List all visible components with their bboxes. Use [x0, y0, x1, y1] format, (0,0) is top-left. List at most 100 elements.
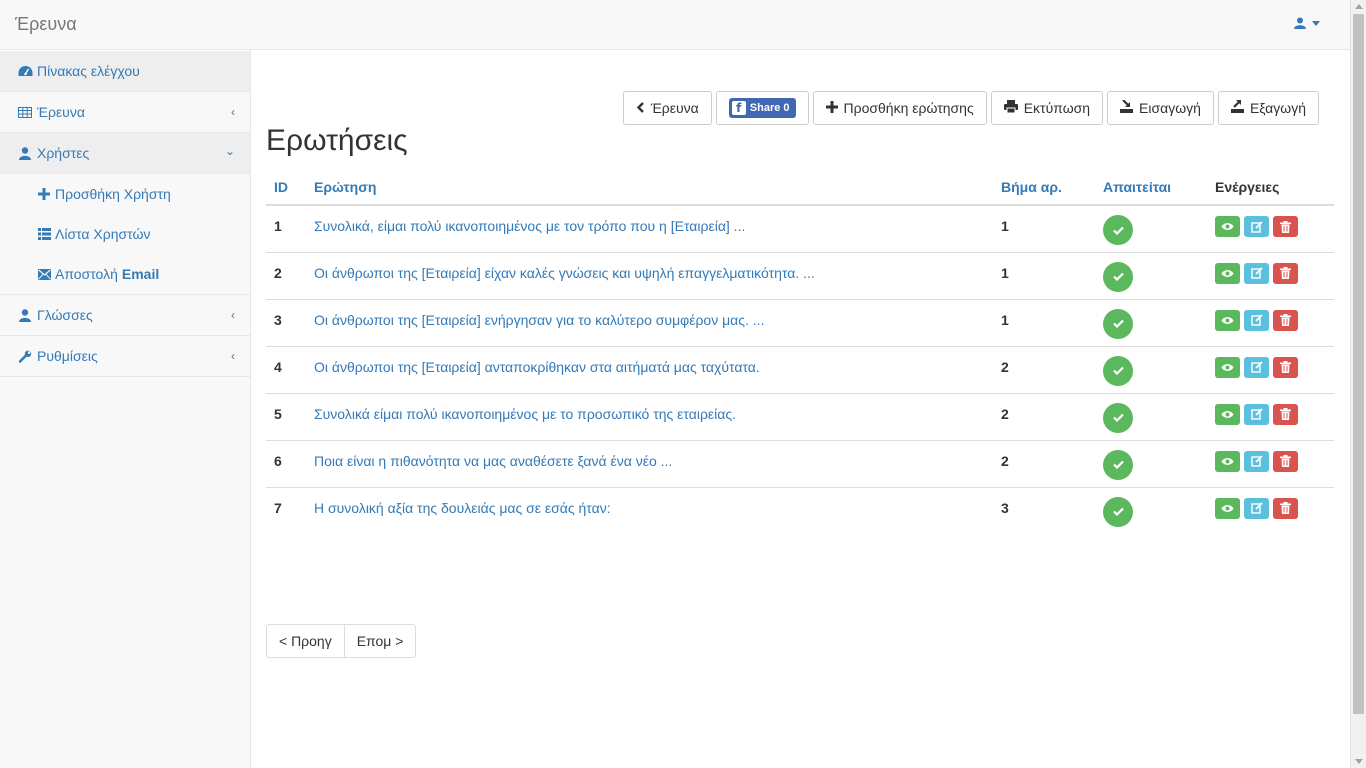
delete-button[interactable] [1273, 262, 1298, 284]
check-icon [1103, 402, 1133, 433]
sidebar-item-send-email[interactable]: Αποστολή Email [0, 254, 250, 294]
vertical-scrollbar[interactable] [1350, 0, 1366, 768]
view-button[interactable] [1215, 497, 1240, 519]
column-header-question[interactable]: Ερώτηση [306, 170, 993, 206]
sidebar-item-add-user[interactable]: Προσθήκη Χρήστη [0, 174, 250, 214]
export-icon [1230, 100, 1244, 116]
eye-icon [1221, 269, 1234, 277]
question-step: 1 [993, 204, 1095, 252]
edit-button[interactable] [1244, 497, 1269, 519]
users-submenu: Προσθήκη Χρήστη Λίστα Χρηστών Αποστολή E… [0, 174, 250, 295]
back-button-label: Έρευνα [650, 100, 699, 116]
user-icon [17, 146, 33, 160]
eye-icon [1221, 410, 1234, 418]
view-button[interactable] [1215, 356, 1240, 378]
edit-button[interactable] [1244, 450, 1269, 472]
sidebar-item-dashboard[interactable]: Πίνακας ελέγχου [0, 51, 250, 92]
question-id: 4 [266, 345, 306, 393]
print-label: Εκτύπωση [1023, 100, 1091, 116]
column-header-required[interactable]: Απαιτείται [1095, 170, 1207, 206]
question-link[interactable]: Συνολικά είμαι πολύ ικανοποιημένος με το… [306, 392, 993, 440]
edit-button[interactable] [1244, 403, 1269, 425]
sidebar-item-label: Γλώσσες [37, 307, 93, 323]
trash-icon [1280, 408, 1291, 420]
view-button[interactable] [1215, 403, 1240, 425]
required-cell [1095, 204, 1207, 252]
question-link[interactable]: Η συνολική αξία της δουλειάς μας σε εσάς… [306, 486, 993, 534]
column-header-id[interactable]: ID [266, 170, 306, 206]
import-button[interactable]: Εισαγωγή [1107, 91, 1214, 125]
facebook-share-badge: f Share 0 [728, 98, 796, 118]
facebook-share-button[interactable]: f Share 0 [715, 91, 809, 125]
actions-cell [1207, 345, 1334, 393]
import-icon [1120, 99, 1134, 116]
actions-cell [1207, 251, 1334, 299]
actions-cell [1207, 392, 1334, 440]
delete-button[interactable] [1273, 356, 1298, 378]
questions-table-body: 1 Συνολικά, είμαι πολύ ικανοποιημένος με … [266, 204, 1334, 534]
edit-button[interactable] [1244, 262, 1269, 284]
question-step: 1 [993, 298, 1095, 346]
user-menu[interactable] [1294, 17, 1320, 29]
table-header-row: ID Ερώτηση Βήμα αρ. Απαιτείται Ενέργειες [266, 170, 1334, 206]
back-to-survey-button[interactable]: Έρευνα [622, 91, 712, 125]
sidebar-item-survey[interactable]: Έρευνα ‹ [0, 92, 250, 133]
check-icon [1103, 308, 1133, 339]
chevron-left-icon: ‹ [231, 308, 235, 322]
facebook-icon: f [731, 101, 746, 115]
edit-button[interactable] [1244, 309, 1269, 331]
question-link[interactable]: Συνολικά, είμαι πολύ ικανοποιημένος με τ… [306, 204, 993, 252]
edit-button[interactable] [1244, 216, 1269, 237]
actions-cell [1207, 486, 1334, 534]
eye-icon [1221, 457, 1234, 465]
edit-icon [1250, 408, 1263, 420]
question-link[interactable]: Οι άνθρωποι της [Εταιρεία] ενήργησαν για… [306, 298, 993, 346]
edit-icon [1250, 220, 1263, 233]
print-button[interactable]: Εκτύπωση [990, 91, 1104, 125]
check-icon [1103, 355, 1133, 386]
question-step: 2 [993, 345, 1095, 393]
sidebar-item-users[interactable]: Χρήστες ⌄ [0, 133, 250, 174]
check-icon [1103, 261, 1133, 292]
scroll-down-arrow-icon[interactable] [1355, 759, 1363, 764]
sidebar-item-settings[interactable]: Ρυθμίσεις ‹ [0, 336, 250, 377]
chevron-left-icon: ‹ [231, 349, 235, 363]
table-icon [17, 106, 33, 118]
delete-button[interactable] [1273, 497, 1298, 519]
app-brand[interactable]: Έρευνα [15, 14, 77, 35]
question-link[interactable]: Οι άνθρωποι της [Εταιρεία] είχαν καλές γ… [306, 251, 993, 299]
view-button[interactable] [1215, 309, 1240, 331]
top-navbar: Έρευνα [0, 0, 1350, 50]
question-step: 3 [993, 486, 1095, 534]
table-row: 3 Οι άνθρωποι της [Εταιρεία] ενήργησαν γι… [266, 298, 1334, 346]
trash-icon [1280, 220, 1291, 233]
edit-button[interactable] [1244, 356, 1269, 378]
chevron-left-icon [636, 100, 645, 116]
check-icon [1103, 496, 1133, 527]
column-header-step[interactable]: Βήμα αρ. [993, 170, 1095, 206]
print-icon [1003, 100, 1018, 116]
sidebar-item-user-list[interactable]: Λίστα Χρηστών [0, 214, 250, 254]
column-header-actions: Ενέργειες [1207, 170, 1334, 206]
view-button[interactable] [1215, 262, 1240, 284]
eye-icon [1221, 363, 1234, 371]
table-row: 1 Συνολικά, είμαι πολύ ικανοποιημένος με … [266, 204, 1334, 252]
scrollbar-thumb[interactable] [1353, 14, 1364, 714]
view-button[interactable] [1215, 216, 1240, 237]
previous-page-button[interactable]: < Προηγ [266, 624, 345, 658]
export-label: Εξαγωγή [1249, 100, 1306, 116]
delete-button[interactable] [1273, 450, 1298, 472]
scroll-up-arrow-icon[interactable] [1355, 4, 1363, 9]
trash-icon [1280, 455, 1291, 467]
sidebar-item-label: Αποστολή [55, 266, 118, 282]
next-page-button[interactable]: Επομ > [344, 624, 417, 658]
add-question-button[interactable]: Προσθήκη ερώτησης [812, 91, 987, 125]
delete-button[interactable] [1273, 309, 1298, 331]
question-link[interactable]: Οι άνθρωποι της [Εταιρεία] ανταποκρίθηκα… [306, 345, 993, 393]
view-button[interactable] [1215, 450, 1240, 472]
question-link[interactable]: Ποια είναι η πιθανότητα να μας αναθέσετε… [306, 439, 993, 487]
delete-button[interactable] [1273, 216, 1298, 237]
delete-button[interactable] [1273, 403, 1298, 425]
sidebar-item-languages[interactable]: Γλώσσες ‹ [0, 295, 250, 336]
export-button[interactable]: Εξαγωγή [1217, 91, 1319, 125]
